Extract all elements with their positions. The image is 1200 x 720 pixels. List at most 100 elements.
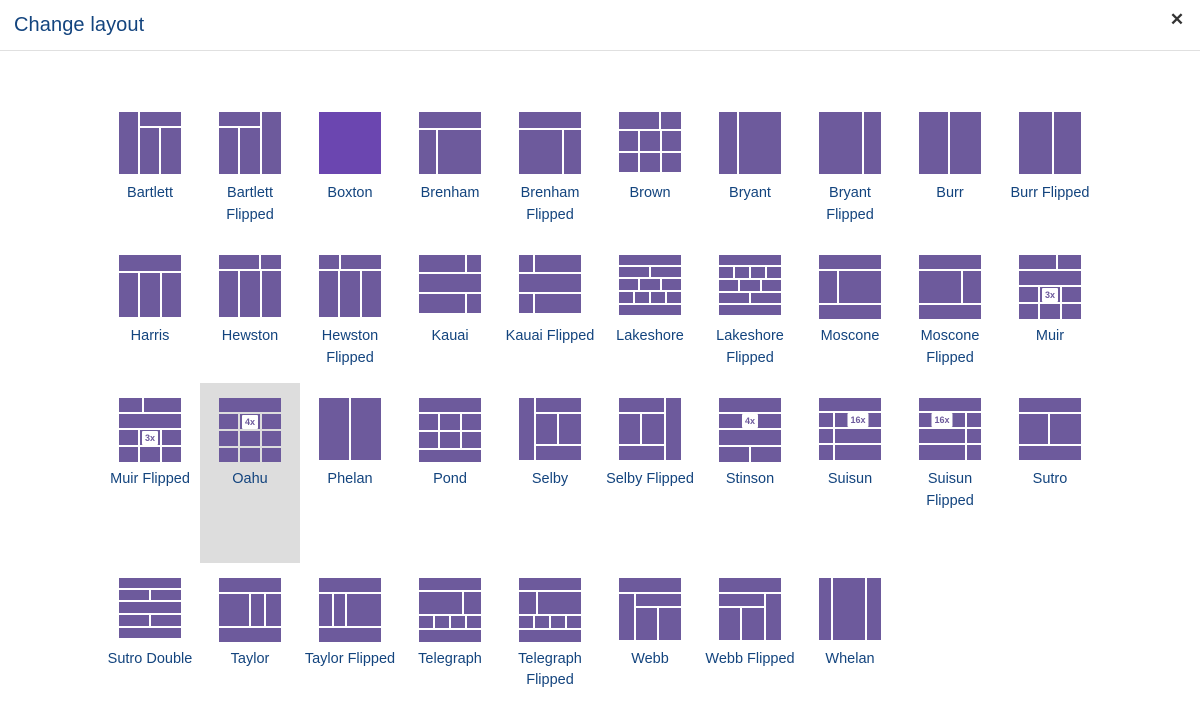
- layout-pane: [435, 615, 449, 628]
- layout-option[interactable]: Hewston Flipped: [300, 240, 400, 383]
- layout-pane: [536, 414, 557, 444]
- layout-option[interactable]: Brenham: [400, 97, 500, 219]
- layout-row: [719, 280, 781, 291]
- layout-option[interactable]: Bartlett Flipped: [200, 97, 300, 240]
- layout-row: [1019, 414, 1081, 444]
- layout-option[interactable]: Whelan: [800, 563, 900, 685]
- layout-option[interactable]: 4x Oahu: [200, 383, 300, 563]
- layout-pane: [619, 267, 649, 277]
- layout-row: [419, 414, 481, 430]
- layout-pane: [1019, 112, 1052, 174]
- layout-pane: [119, 577, 181, 588]
- layout-thumbnail: [819, 255, 881, 319]
- layout-option[interactable]: Moscone Flipped: [900, 240, 1000, 383]
- layout-thumbnail: [1019, 398, 1081, 460]
- layout-option[interactable]: Selby Flipped: [600, 383, 700, 505]
- layout-pane: [219, 593, 250, 626]
- layout-row: [619, 131, 681, 151]
- layout-pane: [419, 629, 481, 642]
- layout-pane: [651, 292, 665, 303]
- layout-row: [119, 398, 181, 412]
- layout-option-label: Webb: [631, 650, 669, 667]
- layout-option[interactable]: Webb: [600, 563, 700, 685]
- layout-pane: [143, 398, 181, 412]
- layout-row: [519, 130, 581, 174]
- layout-row: [619, 112, 681, 129]
- layout-option[interactable]: Bryant Flipped: [800, 97, 900, 240]
- layout-option[interactable]: Brown: [600, 97, 700, 219]
- layout-pane: [636, 593, 681, 606]
- layout-pane: [619, 577, 681, 592]
- layout-pane: [651, 267, 681, 277]
- layout-row: [519, 255, 581, 272]
- layout-row: [719, 430, 781, 445]
- layout-row: [519, 629, 581, 642]
- layout-option[interactable]: 16x Suisun Flipped: [900, 383, 1000, 526]
- layout-thumbnail: [619, 398, 681, 460]
- layout-row: [219, 448, 281, 462]
- layout-pane: [351, 398, 381, 460]
- layout-option[interactable]: Webb Flipped: [700, 563, 800, 685]
- layout-row: [319, 398, 381, 460]
- layout-option[interactable]: Kauai: [400, 240, 500, 362]
- layout-row: [319, 271, 381, 317]
- layout-pane: [967, 429, 981, 443]
- layout-pane: [559, 414, 581, 444]
- layout-pane: [819, 413, 833, 427]
- layout-pane: [619, 255, 681, 265]
- layout-option[interactable]: 3x Muir Flipped: [100, 383, 200, 505]
- layout-pane: [819, 398, 881, 411]
- layout-option[interactable]: Taylor Flipped: [300, 563, 400, 685]
- layout-pane: [967, 413, 981, 427]
- layout-pane: [119, 255, 181, 271]
- layout-pane: [919, 429, 965, 443]
- layout-option[interactable]: Taylor: [200, 563, 300, 685]
- layout-pane: [661, 131, 681, 151]
- layout-pane: [1019, 287, 1039, 302]
- layout-option[interactable]: Burr: [900, 97, 1000, 219]
- layout-option-label: Taylor: [230, 650, 270, 667]
- close-icon[interactable]: ✕: [1166, 8, 1188, 30]
- layout-pane: [635, 292, 649, 303]
- layout-thumbnail: [519, 255, 581, 317]
- layout-option-label: Kauai Flipped: [505, 328, 595, 344]
- layout-pane: [719, 280, 739, 291]
- layout-option[interactable]: Telegraph Flipped: [500, 563, 600, 706]
- layout-option[interactable]: Lakeshore: [600, 240, 700, 362]
- layout-option[interactable]: Harris: [100, 240, 200, 362]
- layout-option[interactable]: Kauai Flipped: [500, 240, 600, 362]
- layout-pane: [340, 271, 360, 317]
- layout-row: [419, 112, 481, 128]
- layout-option[interactable]: Moscone: [800, 240, 900, 362]
- layout-option[interactable]: Phelan: [300, 383, 400, 505]
- layout-row: [419, 591, 481, 614]
- layout-option[interactable]: Burr Flipped: [1000, 97, 1100, 219]
- layout-option[interactable]: Pond: [400, 383, 500, 505]
- layout-pane: [437, 130, 481, 174]
- layout-option[interactable]: 16x Suisun: [800, 383, 900, 505]
- layout-pane: [319, 398, 349, 460]
- layout-option[interactable]: Telegraph: [400, 563, 500, 685]
- layout-option[interactable]: 4x Stinson: [700, 383, 800, 505]
- layout-pane: [719, 447, 749, 462]
- layout-option[interactable]: Brenham Flipped: [500, 97, 600, 240]
- layout-thumbnail: [619, 112, 681, 174]
- layout-option[interactable]: Sutro Double: [100, 563, 200, 685]
- layout-pane: [261, 271, 281, 317]
- layout-option-label: Selby Flipped: [606, 471, 694, 487]
- layout-option[interactable]: Bryant: [700, 97, 800, 219]
- layout-pane: [867, 577, 881, 640]
- layout-option[interactable]: Boxton: [300, 97, 400, 219]
- layout-option[interactable]: Sutro: [1000, 383, 1100, 505]
- layout-option[interactable]: 3x Muir: [1000, 240, 1100, 362]
- layout-option[interactable]: Bartlett: [100, 97, 200, 219]
- layout-thumbnail: 4x: [719, 398, 781, 462]
- layout-option[interactable]: Selby: [500, 383, 600, 505]
- layout-option[interactable]: Hewston: [200, 240, 300, 362]
- layout-option[interactable]: Lakeshore Flipped: [700, 240, 800, 383]
- layout-pane: [319, 255, 340, 269]
- layout-pane: [751, 447, 781, 462]
- layout-pane: [661, 153, 681, 172]
- layout-pane: [535, 294, 581, 313]
- layout-pane: [319, 577, 381, 592]
